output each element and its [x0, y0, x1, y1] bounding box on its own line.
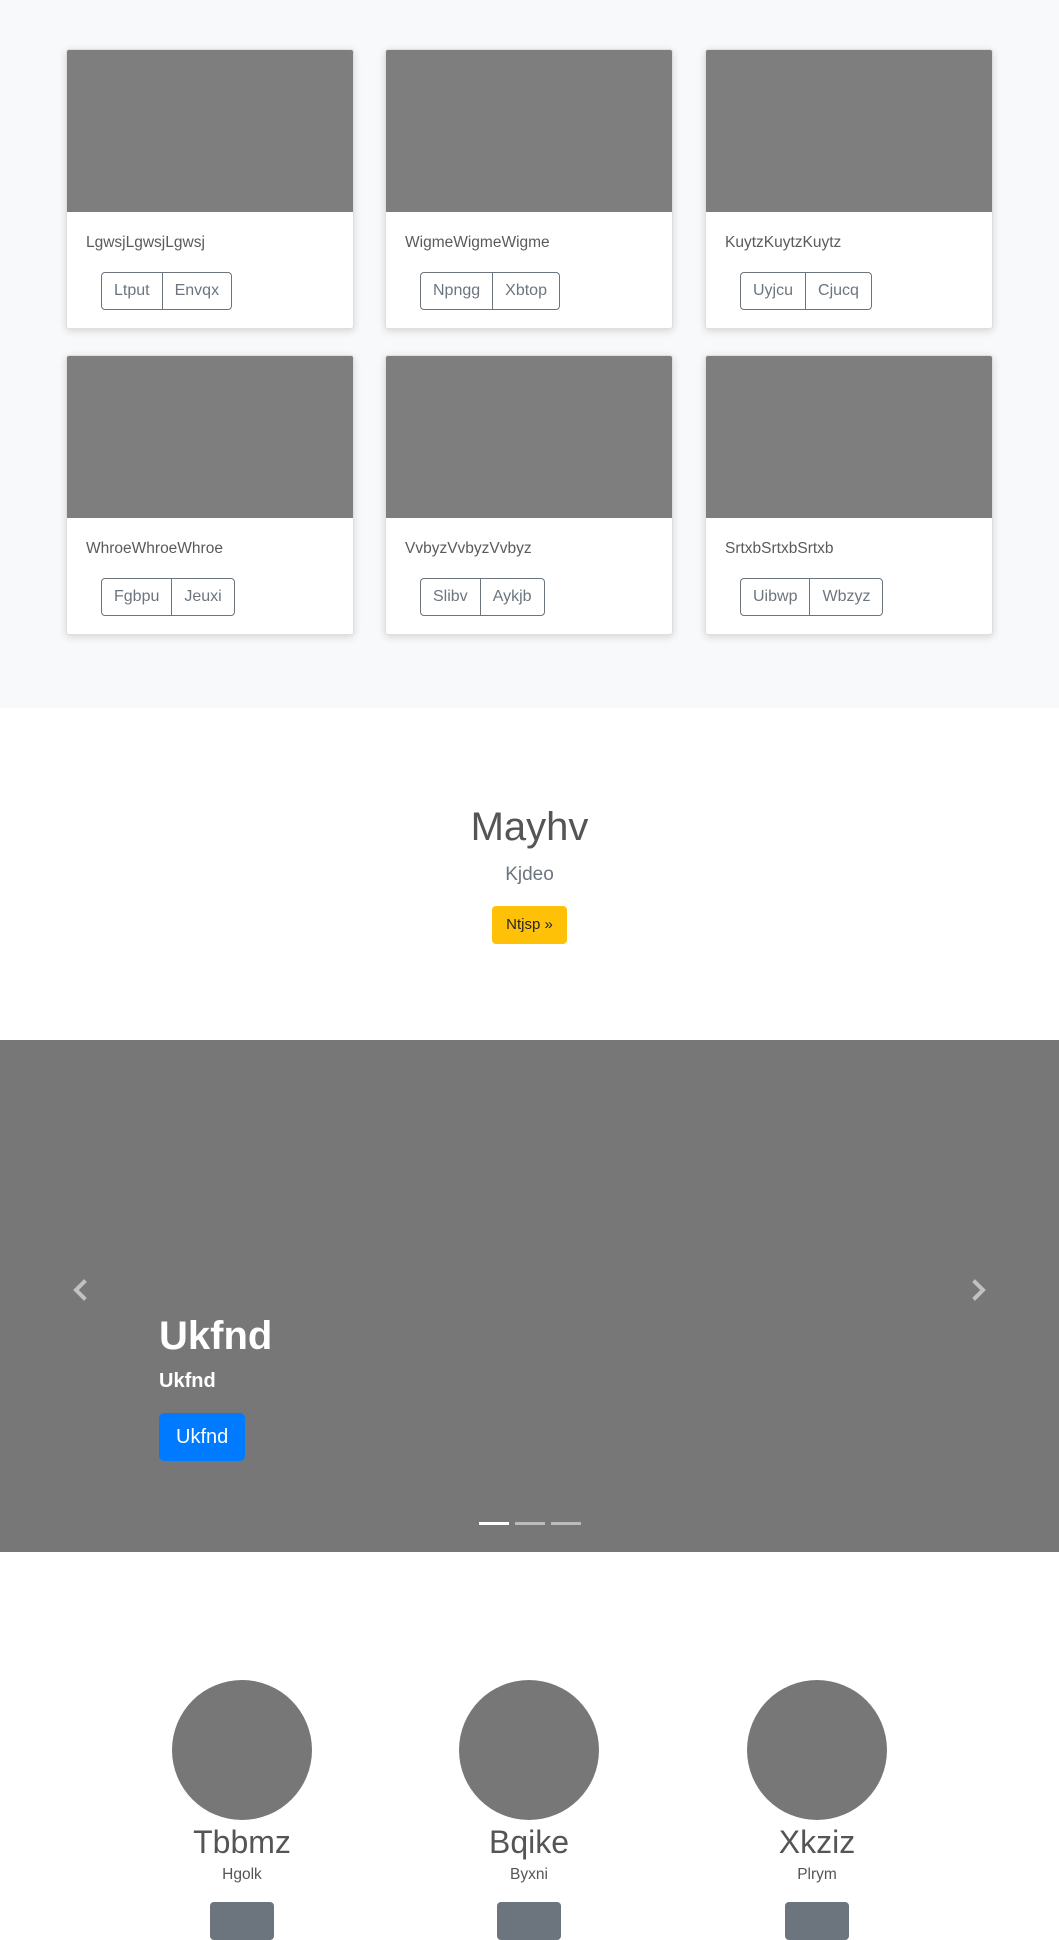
card-button-group: Slibv Aykjb: [420, 578, 545, 616]
card-button[interactable]: Uyjcu: [740, 272, 807, 310]
jumbotron-button[interactable]: Ntjsp »: [492, 906, 567, 944]
jumbotron-lead: Kjdeo: [505, 864, 554, 885]
feature-button[interactable]: [785, 1902, 849, 1940]
card-button-group: Uyjcu Cjucq: [740, 272, 872, 310]
card-button[interactable]: Uibwp: [740, 578, 811, 616]
card-text: SrtxbSrtxbSrtxb: [725, 540, 834, 557]
card-button[interactable]: Jeuxi: [171, 578, 235, 616]
feature-avatar: [459, 1680, 599, 1820]
feature-column: Xkziz Plrym: [707, 1680, 927, 1940]
feature-avatar: [747, 1680, 887, 1820]
feature-button[interactable]: [210, 1902, 274, 1940]
carousel-caption-button[interactable]: Ukfnd: [159, 1413, 246, 1461]
carousel-indicator[interactable]: [515, 1522, 545, 1525]
card-button[interactable]: Envqx: [161, 272, 233, 310]
feature-text: Byxni: [510, 1866, 548, 1883]
card-text: WigmeWigmeWigme: [405, 234, 550, 251]
card-button[interactable]: Slibv: [420, 578, 481, 616]
card-button-group: Fgbpu Jeuxi: [101, 578, 235, 616]
card-button-group: Ltput Envqx: [101, 272, 233, 310]
chevron-right-icon: [972, 1279, 986, 1301]
album-card: LgwsjLgwsjLgwsj Ltput Envqx: [66, 49, 354, 329]
carousel-caption: Ukfnd Ukfnd Ukfnd: [159, 1312, 272, 1461]
feature-column: Bqike Byxni: [419, 1680, 639, 1940]
card-thumbnail: [386, 50, 672, 212]
card-button-group: Uibwp Wbzyz: [740, 578, 884, 616]
carousel-caption-subtitle: Ukfnd: [159, 1370, 216, 1392]
carousel-prev-button[interactable]: [60, 1270, 100, 1310]
album-card: SrtxbSrtxbSrtxb Uibwp Wbzyz: [705, 355, 993, 635]
feature-column: Tbbmz Hgolk: [132, 1680, 352, 1940]
card-text: WhroeWhroeWhroe: [86, 540, 223, 557]
album-card: KuytzKuytzKuytz Uyjcu Cjucq: [705, 49, 993, 329]
carousel-indicators: [479, 1522, 581, 1525]
card-thumbnail: [67, 50, 353, 212]
album-card: WhroeWhroeWhroe Fgbpu Jeuxi: [66, 355, 354, 635]
card-thumbnail: [67, 356, 353, 518]
card-thumbnail: [386, 356, 672, 518]
feature-text: Plrym: [797, 1866, 837, 1883]
card-button-group: Npngg Xbtop: [420, 272, 560, 310]
album-card: VvbyzVvbyzVvbyz Slibv Aykjb: [385, 355, 673, 635]
card-text: LgwsjLgwsjLgwsj: [86, 234, 205, 251]
card-button[interactable]: Fgbpu: [101, 578, 173, 616]
feature-title: Xkziz: [778, 1824, 856, 1860]
card-text: KuytzKuytzKuytz: [725, 234, 842, 251]
card-button[interactable]: Ltput: [101, 272, 163, 310]
album-section: LgwsjLgwsjLgwsj Ltput Envqx WigmeWigmeWi…: [0, 0, 1059, 708]
jumbotron-title: Mayhv: [470, 805, 589, 849]
chevron-left-icon: [73, 1279, 87, 1301]
card-thumbnail: [706, 356, 992, 518]
carousel-next-button[interactable]: [959, 1270, 999, 1310]
carousel-indicator[interactable]: [479, 1522, 509, 1525]
carousel-indicator[interactable]: [551, 1522, 581, 1525]
card-button[interactable]: Wbzyz: [809, 578, 884, 616]
card-thumbnail: [706, 50, 992, 212]
carousel-caption-title: Ukfnd: [159, 1314, 273, 1358]
carousel: Ukfnd Ukfnd Ukfnd: [0, 1040, 1059, 1552]
feature-title: Bqike: [488, 1824, 570, 1860]
jumbotron: Mayhv Kjdeo Ntjsp »: [0, 708, 1059, 1040]
feature-title: Tbbmz: [193, 1824, 291, 1860]
card-button[interactable]: Cjucq: [805, 272, 872, 310]
album-card: WigmeWigmeWigme Npngg Xbtop: [385, 49, 673, 329]
card-button[interactable]: Aykjb: [479, 578, 545, 616]
card-text: VvbyzVvbyzVvbyz: [405, 540, 532, 557]
marketing-section: Tbbmz Hgolk Bqike Byxni Xkziz Plrym: [0, 1552, 1059, 1940]
feature-avatar: [172, 1680, 312, 1820]
feature-button[interactable]: [497, 1902, 561, 1940]
card-button[interactable]: Npngg: [420, 272, 494, 310]
feature-text: Hgolk: [222, 1866, 262, 1883]
card-button[interactable]: Xbtop: [492, 272, 560, 310]
